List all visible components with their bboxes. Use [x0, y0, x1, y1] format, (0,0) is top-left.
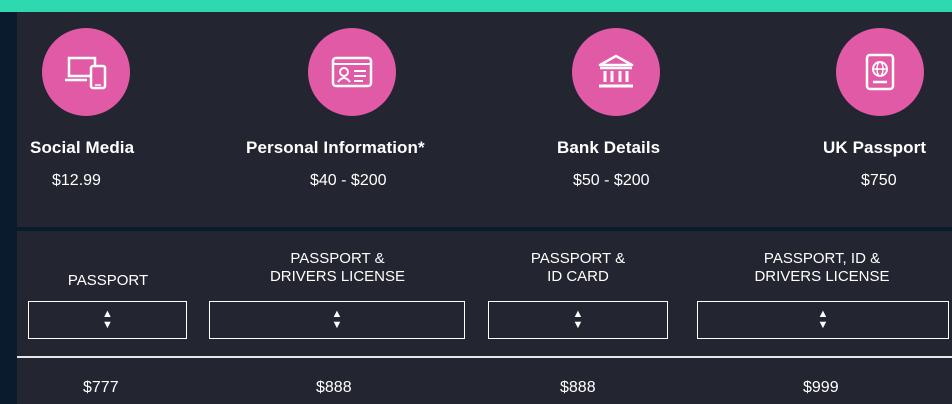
service-price: $50 - $200 [573, 172, 650, 189]
sort-arrows-icon: ▲ ▼ [102, 308, 113, 331]
service-title: UK Passport [823, 138, 927, 157]
bank-icon [572, 28, 660, 116]
passport-icon [836, 28, 924, 116]
sort-arrows-icon: ▲ ▼ [817, 308, 829, 331]
package-label-passport-id: PASSPORT & ID CARD [530, 250, 626, 285]
package-label-passport-id-drivers: PASSPORT, ID & DRIVERS LICENSE [754, 250, 890, 285]
package-price: $999 [803, 379, 839, 396]
package-label-passport-drivers: PASSPORT & DRIVERS LICENSE [269, 250, 406, 285]
package-price: $777 [83, 379, 119, 396]
package-select-passport-drivers[interactable]: ▲ ▼ [209, 301, 465, 339]
service-price: $40 - $200 [310, 172, 387, 189]
service-title: Personal Information* [246, 138, 425, 157]
service-title: Bank Details [557, 138, 661, 157]
service-price: $750 [861, 172, 897, 189]
sort-arrows-icon: ▲ ▼ [331, 308, 343, 331]
package-price: $888 [316, 379, 352, 396]
package-label-passport: PASSPORT [67, 272, 149, 289]
package-price: $888 [560, 379, 596, 396]
id-card-icon [308, 28, 396, 116]
sort-arrows-icon: ▲ ▼ [572, 308, 584, 331]
package-select-passport-id[interactable]: ▲ ▼ [488, 301, 668, 339]
panel-divider [17, 227, 952, 231]
package-select-passport[interactable]: ▲ ▼ [28, 301, 187, 339]
package-select-passport-id-drivers[interactable]: ▲ ▼ [697, 301, 949, 339]
